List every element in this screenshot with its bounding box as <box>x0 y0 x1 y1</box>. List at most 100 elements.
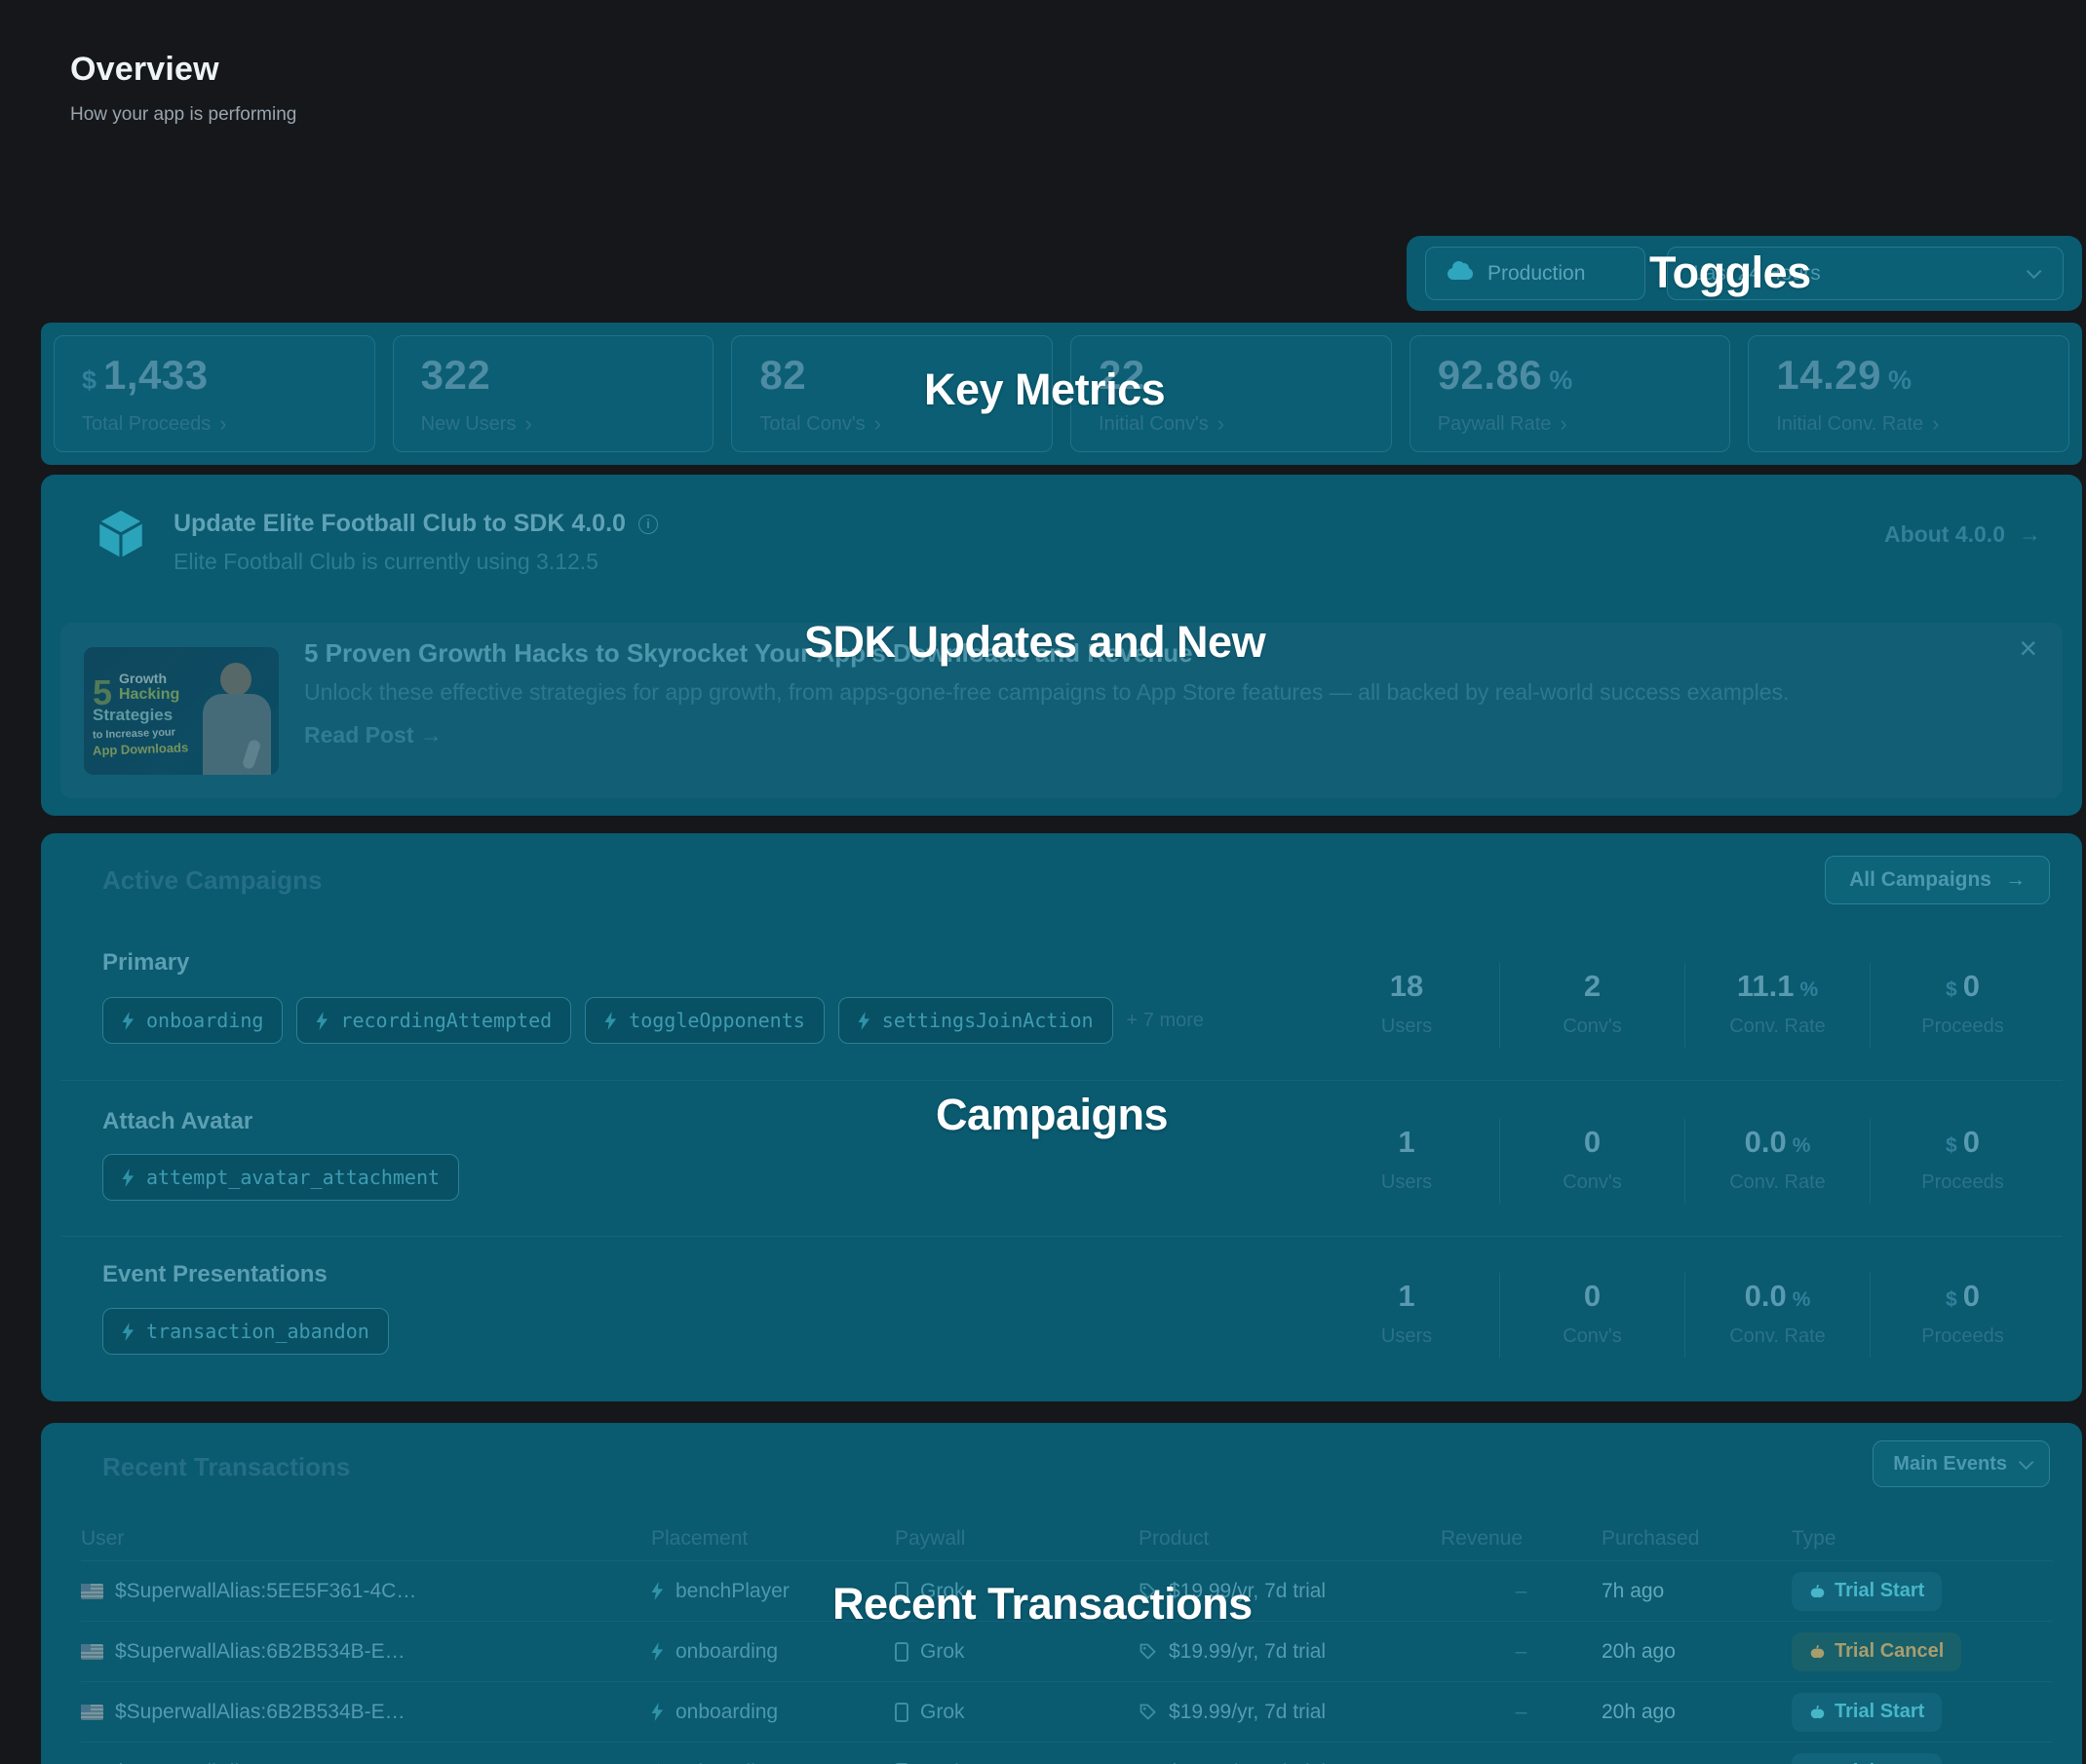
close-icon[interactable]: × <box>2019 633 2037 664</box>
all-campaigns-button[interactable]: All Campaigns → <box>1825 856 2050 904</box>
chevron-right-icon: › <box>874 411 881 437</box>
stat-users: 18 Users <box>1314 963 1499 1048</box>
environment-toggle[interactable]: Production <box>1425 247 1645 300</box>
metric-card-total-proceeds[interactable]: $ 1,433 Total Proceeds › <box>54 335 375 452</box>
news-thumbnail: 5 Growth Hacking Strategies to Increase … <box>84 647 279 775</box>
metric-label: New Users <box>421 413 517 436</box>
bolt-icon <box>316 1012 328 1030</box>
chevron-right-icon: › <box>219 411 226 437</box>
bolt-icon <box>122 1323 135 1341</box>
annotation-sdk-updates: SDK Updates and New <box>804 617 1265 668</box>
table-row[interactable]: $SuperwallAlias:6B2B534B-E… onboarding G… <box>81 1682 2053 1743</box>
stat-proceeds: $0 Proceeds <box>1870 1273 2055 1358</box>
table-row[interactable]: $SuperwallAlias:4757B3C6-48… onboarding … <box>81 1743 2053 1764</box>
stat-users: 1 Users <box>1314 1119 1499 1204</box>
percent-symbol: % <box>1888 365 1912 396</box>
page-subtitle: How your app is performing <box>70 104 296 126</box>
news-description: Unlock these effective strategies for ap… <box>304 679 1789 706</box>
metric-label: Initial Conv. Rate <box>1776 413 1923 436</box>
bolt-icon <box>604 1012 617 1030</box>
annotation-campaigns: Campaigns <box>936 1090 1168 1140</box>
bolt-icon <box>651 1642 664 1661</box>
event-chip: attempt_avatar_attachment <box>102 1154 459 1201</box>
us-flag-icon <box>81 1705 103 1720</box>
metric-label: Initial Conv's <box>1099 413 1209 436</box>
about-sdk-label: About 4.0.0 <box>1884 521 2005 548</box>
stat-convs: 2 Conv's <box>1499 963 1684 1048</box>
phone-icon <box>895 1703 908 1722</box>
sdk-update-subtitle: Elite Football Club is currently using 3… <box>174 549 599 575</box>
stat-conv-rate: 11.1% Conv. Rate <box>1684 963 1870 1048</box>
campaign-row: Event Presentations transaction_abandon … <box>41 1236 2082 1392</box>
campaign-name: Attach Avatar <box>102 1108 252 1135</box>
apple-icon <box>1809 1704 1826 1720</box>
environment-label: Production <box>1487 262 1585 286</box>
stat-convs: 0 Conv's <box>1499 1273 1684 1358</box>
chevron-right-icon: › <box>524 411 531 437</box>
bolt-icon <box>858 1012 870 1030</box>
main-events-dropdown[interactable]: Main Events <box>1873 1440 2050 1487</box>
annotation-toggles: Toggles <box>1649 248 1811 298</box>
all-campaigns-label: All Campaigns <box>1849 868 1991 892</box>
metric-card-paywall-rate[interactable]: 92.86 % Paywall Rate › <box>1410 335 1731 452</box>
metric-label: Total Proceeds <box>82 413 211 436</box>
transaction-type-badge: Trial Start <box>1792 1753 1942 1764</box>
info-icon[interactable] <box>638 515 658 534</box>
bolt-icon <box>122 1169 135 1187</box>
table-row[interactable]: $SuperwallAlias:6B2B534B-E… onboarding G… <box>81 1622 2053 1682</box>
chevron-right-icon: › <box>1560 411 1566 437</box>
bolt-icon <box>122 1012 135 1030</box>
event-chip: toggleOpponents <box>585 997 825 1044</box>
metric-label: Paywall Rate <box>1438 413 1552 436</box>
metric-card-new-users[interactable]: 322 New Users › <box>393 335 715 452</box>
phone-icon <box>895 1642 908 1662</box>
tag-icon <box>1139 1642 1157 1661</box>
chevron-right-icon: › <box>1932 411 1939 437</box>
stat-users: 1 Users <box>1314 1273 1499 1358</box>
campaigns-heading: Active Campaigns <box>102 865 322 896</box>
chevron-right-icon: › <box>1217 411 1224 437</box>
transactions-heading: Recent Transactions <box>102 1452 350 1482</box>
transactions-table-header: User Placement Paywall Product Revenue P… <box>81 1516 2053 1561</box>
stat-proceeds: $0 Proceeds <box>1870 1119 2055 1204</box>
metric-value: 1,433 <box>103 352 209 399</box>
metric-value: 92.86 <box>1438 352 1543 399</box>
chevron-down-icon <box>2027 264 2042 280</box>
more-events-label: + 7 more <box>1127 1010 1204 1032</box>
sdk-update-title: Update Elite Football Club to SDK 4.0.0 <box>174 510 626 538</box>
annotation-recent-transactions: Recent Transactions <box>832 1579 1253 1630</box>
metric-value: 322 <box>421 352 491 399</box>
us-flag-icon <box>81 1584 103 1599</box>
event-chip: transaction_abandon <box>102 1308 389 1355</box>
event-chip: recordingAttempted <box>296 997 571 1044</box>
annotation-key-metrics: Key Metrics <box>924 364 1165 415</box>
about-sdk-button[interactable]: About 4.0.0 → <box>1884 521 2041 548</box>
campaign-row: Primary onboarding recordingAttempted to… <box>41 936 2082 1080</box>
stat-conv-rate: 0.0% Conv. Rate <box>1684 1119 1870 1204</box>
percent-symbol: % <box>1549 365 1572 396</box>
apple-icon <box>1809 1643 1826 1660</box>
chevron-down-icon <box>2019 1454 2034 1470</box>
event-chip: onboarding <box>102 997 283 1044</box>
metric-value: 14.29 <box>1776 352 1881 399</box>
apple-icon <box>1809 1583 1826 1599</box>
tag-icon <box>1139 1703 1157 1721</box>
bolt-icon <box>651 1703 664 1721</box>
metric-value: 82 <box>759 352 806 399</box>
transaction-type-badge: Trial Start <box>1792 1693 1942 1732</box>
metric-card-initial-conv-rate[interactable]: 14.29 % Initial Conv. Rate › <box>1748 335 2069 452</box>
bolt-icon <box>651 1582 664 1600</box>
currency-symbol: $ <box>82 365 97 396</box>
campaign-name: Event Presentations <box>102 1261 328 1288</box>
transaction-type-badge: Trial Start <box>1792 1572 1942 1611</box>
arrow-right-icon: → <box>2005 868 2026 892</box>
page-header: Overview How your app is performing <box>70 51 296 126</box>
sdk-cube-icon <box>93 506 149 562</box>
cloud-icon <box>1448 268 1473 280</box>
page-title: Overview <box>70 51 296 89</box>
read-post-link[interactable]: Read Post → <box>304 722 443 748</box>
metric-label: Total Conv's <box>759 413 865 436</box>
stat-proceeds: $0 Proceeds <box>1870 963 2055 1048</box>
us-flag-icon <box>81 1644 103 1660</box>
arrow-right-icon: → <box>2019 521 2041 548</box>
